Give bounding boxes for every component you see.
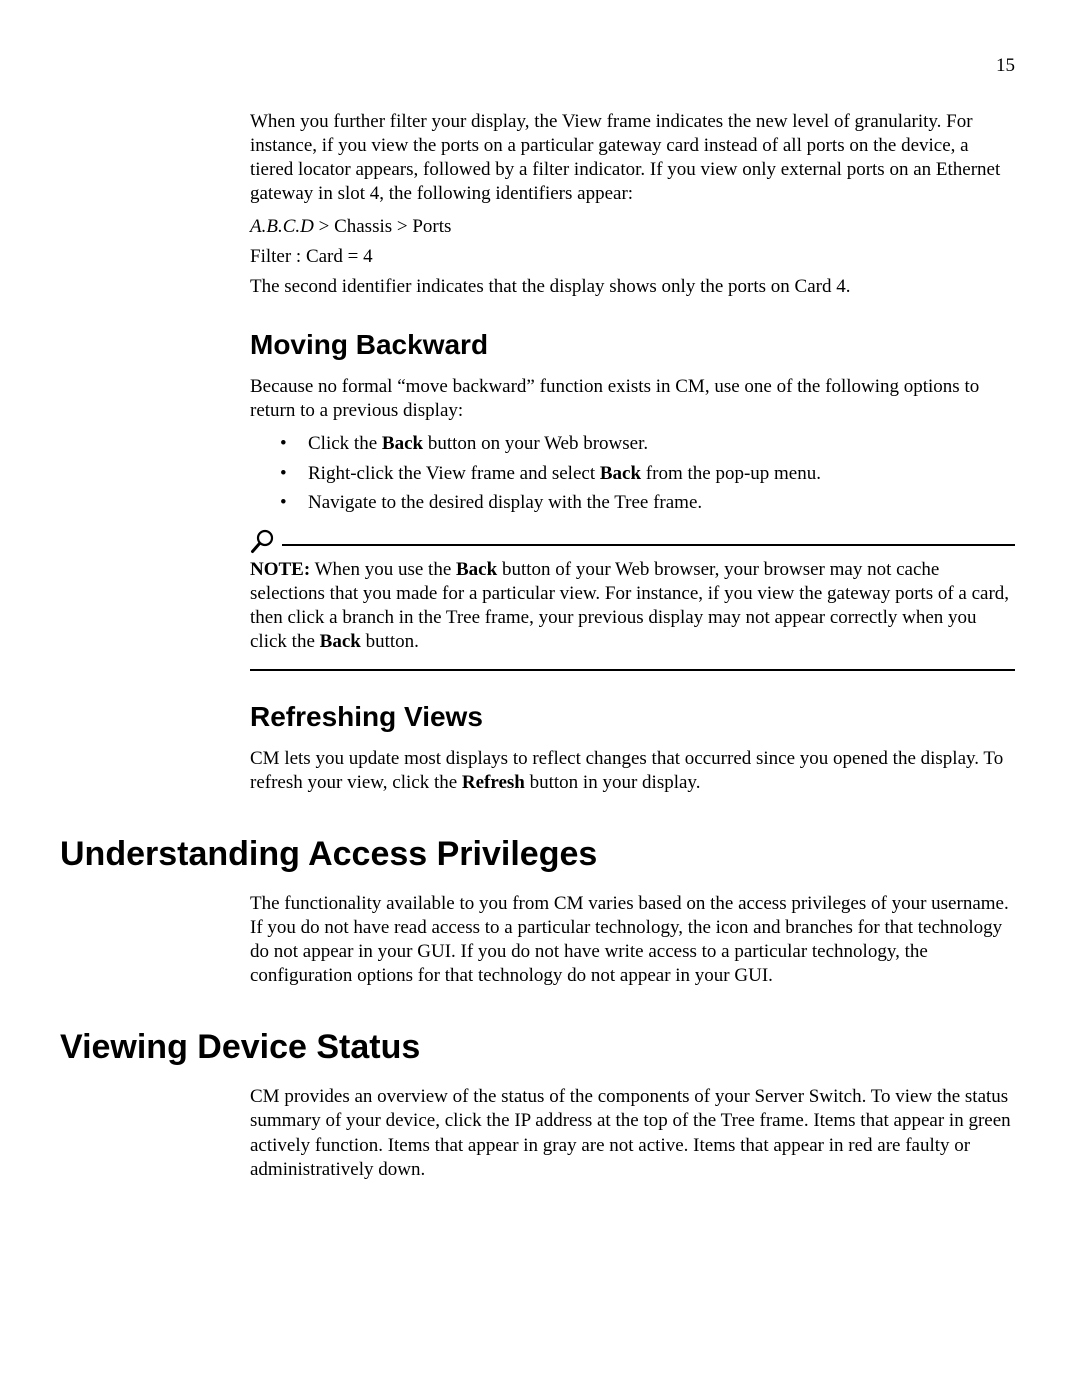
list-item: Right-click the View frame and select Ba… [280, 461, 1015, 487]
page: 15 When you further filter your display,… [0, 0, 1080, 1397]
locator-rest: > Chassis > Ports [314, 216, 452, 237]
note-seg3: button. [361, 631, 419, 652]
page-content: When you further filter your display, th… [60, 110, 1020, 1182]
note-bold2: Back [320, 631, 361, 652]
note-seg1: When you use the [310, 559, 456, 580]
note-rule-bottom [250, 669, 1015, 671]
device-status-block: CM provides an overview of the status of… [250, 1085, 1015, 1182]
bullet-text-pre: Right-click the View frame and select [308, 463, 600, 484]
bullet-text-post: button on your Web browser. [423, 433, 648, 454]
bullet-text-bold: Back [600, 463, 641, 484]
magnifier-icon [250, 528, 276, 554]
bullet-text-post: from the pop-up menu. [641, 463, 821, 484]
device-status-paragraph: CM provides an overview of the status of… [250, 1085, 1015, 1182]
locator-italic: A.B.C.D [250, 216, 314, 237]
access-privileges-block: The functionality available to you from … [250, 892, 1015, 989]
moving-backward-list: Click the Back button on your Web browse… [250, 431, 1015, 516]
refresh-post: button in your display. [525, 772, 701, 793]
refresh-bold: Refresh [462, 772, 525, 793]
page-number: 15 [996, 55, 1015, 77]
note-icon-row [250, 528, 1015, 554]
intro-block: When you further filter your display, th… [250, 110, 1015, 299]
refreshing-views-paragraph: CM lets you update most displays to refl… [250, 747, 1015, 795]
note-bold1: Back [456, 559, 497, 580]
note-label: NOTE: [250, 559, 310, 580]
note-block: NOTE: When you use the Back button of yo… [250, 528, 1015, 671]
note-rule-top [282, 544, 1015, 546]
list-item: Navigate to the desired display with the… [280, 490, 1015, 516]
heading-device-status: Viewing Device Status [60, 1028, 1020, 1067]
bullet-text-pre: Click the [308, 433, 382, 454]
moving-backward-intro: Because no formal “move backward” functi… [250, 375, 1015, 423]
heading-access-privileges: Understanding Access Privileges [60, 835, 1020, 874]
access-privileges-paragraph: The functionality available to you from … [250, 892, 1015, 989]
moving-backward-section: Moving Backward Because no formal “move … [250, 329, 1015, 795]
list-item: Click the Back button on your Web browse… [280, 431, 1015, 457]
heading-refreshing-views: Refreshing Views [250, 701, 1015, 733]
bullet-text-bold: Back [382, 433, 423, 454]
note-text: NOTE: When you use the Back button of yo… [250, 558, 1015, 655]
intro-paragraph-1: When you further filter your display, th… [250, 110, 1015, 207]
filter-line: Filter : Card = 4 [250, 245, 1015, 269]
locator-line: A.B.C.D > Chassis > Ports [250, 215, 1015, 239]
intro-paragraph-2: The second identifier indicates that the… [250, 275, 1015, 299]
heading-moving-backward: Moving Backward [250, 329, 1015, 361]
bullet-text: Navigate to the desired display with the… [308, 492, 702, 513]
